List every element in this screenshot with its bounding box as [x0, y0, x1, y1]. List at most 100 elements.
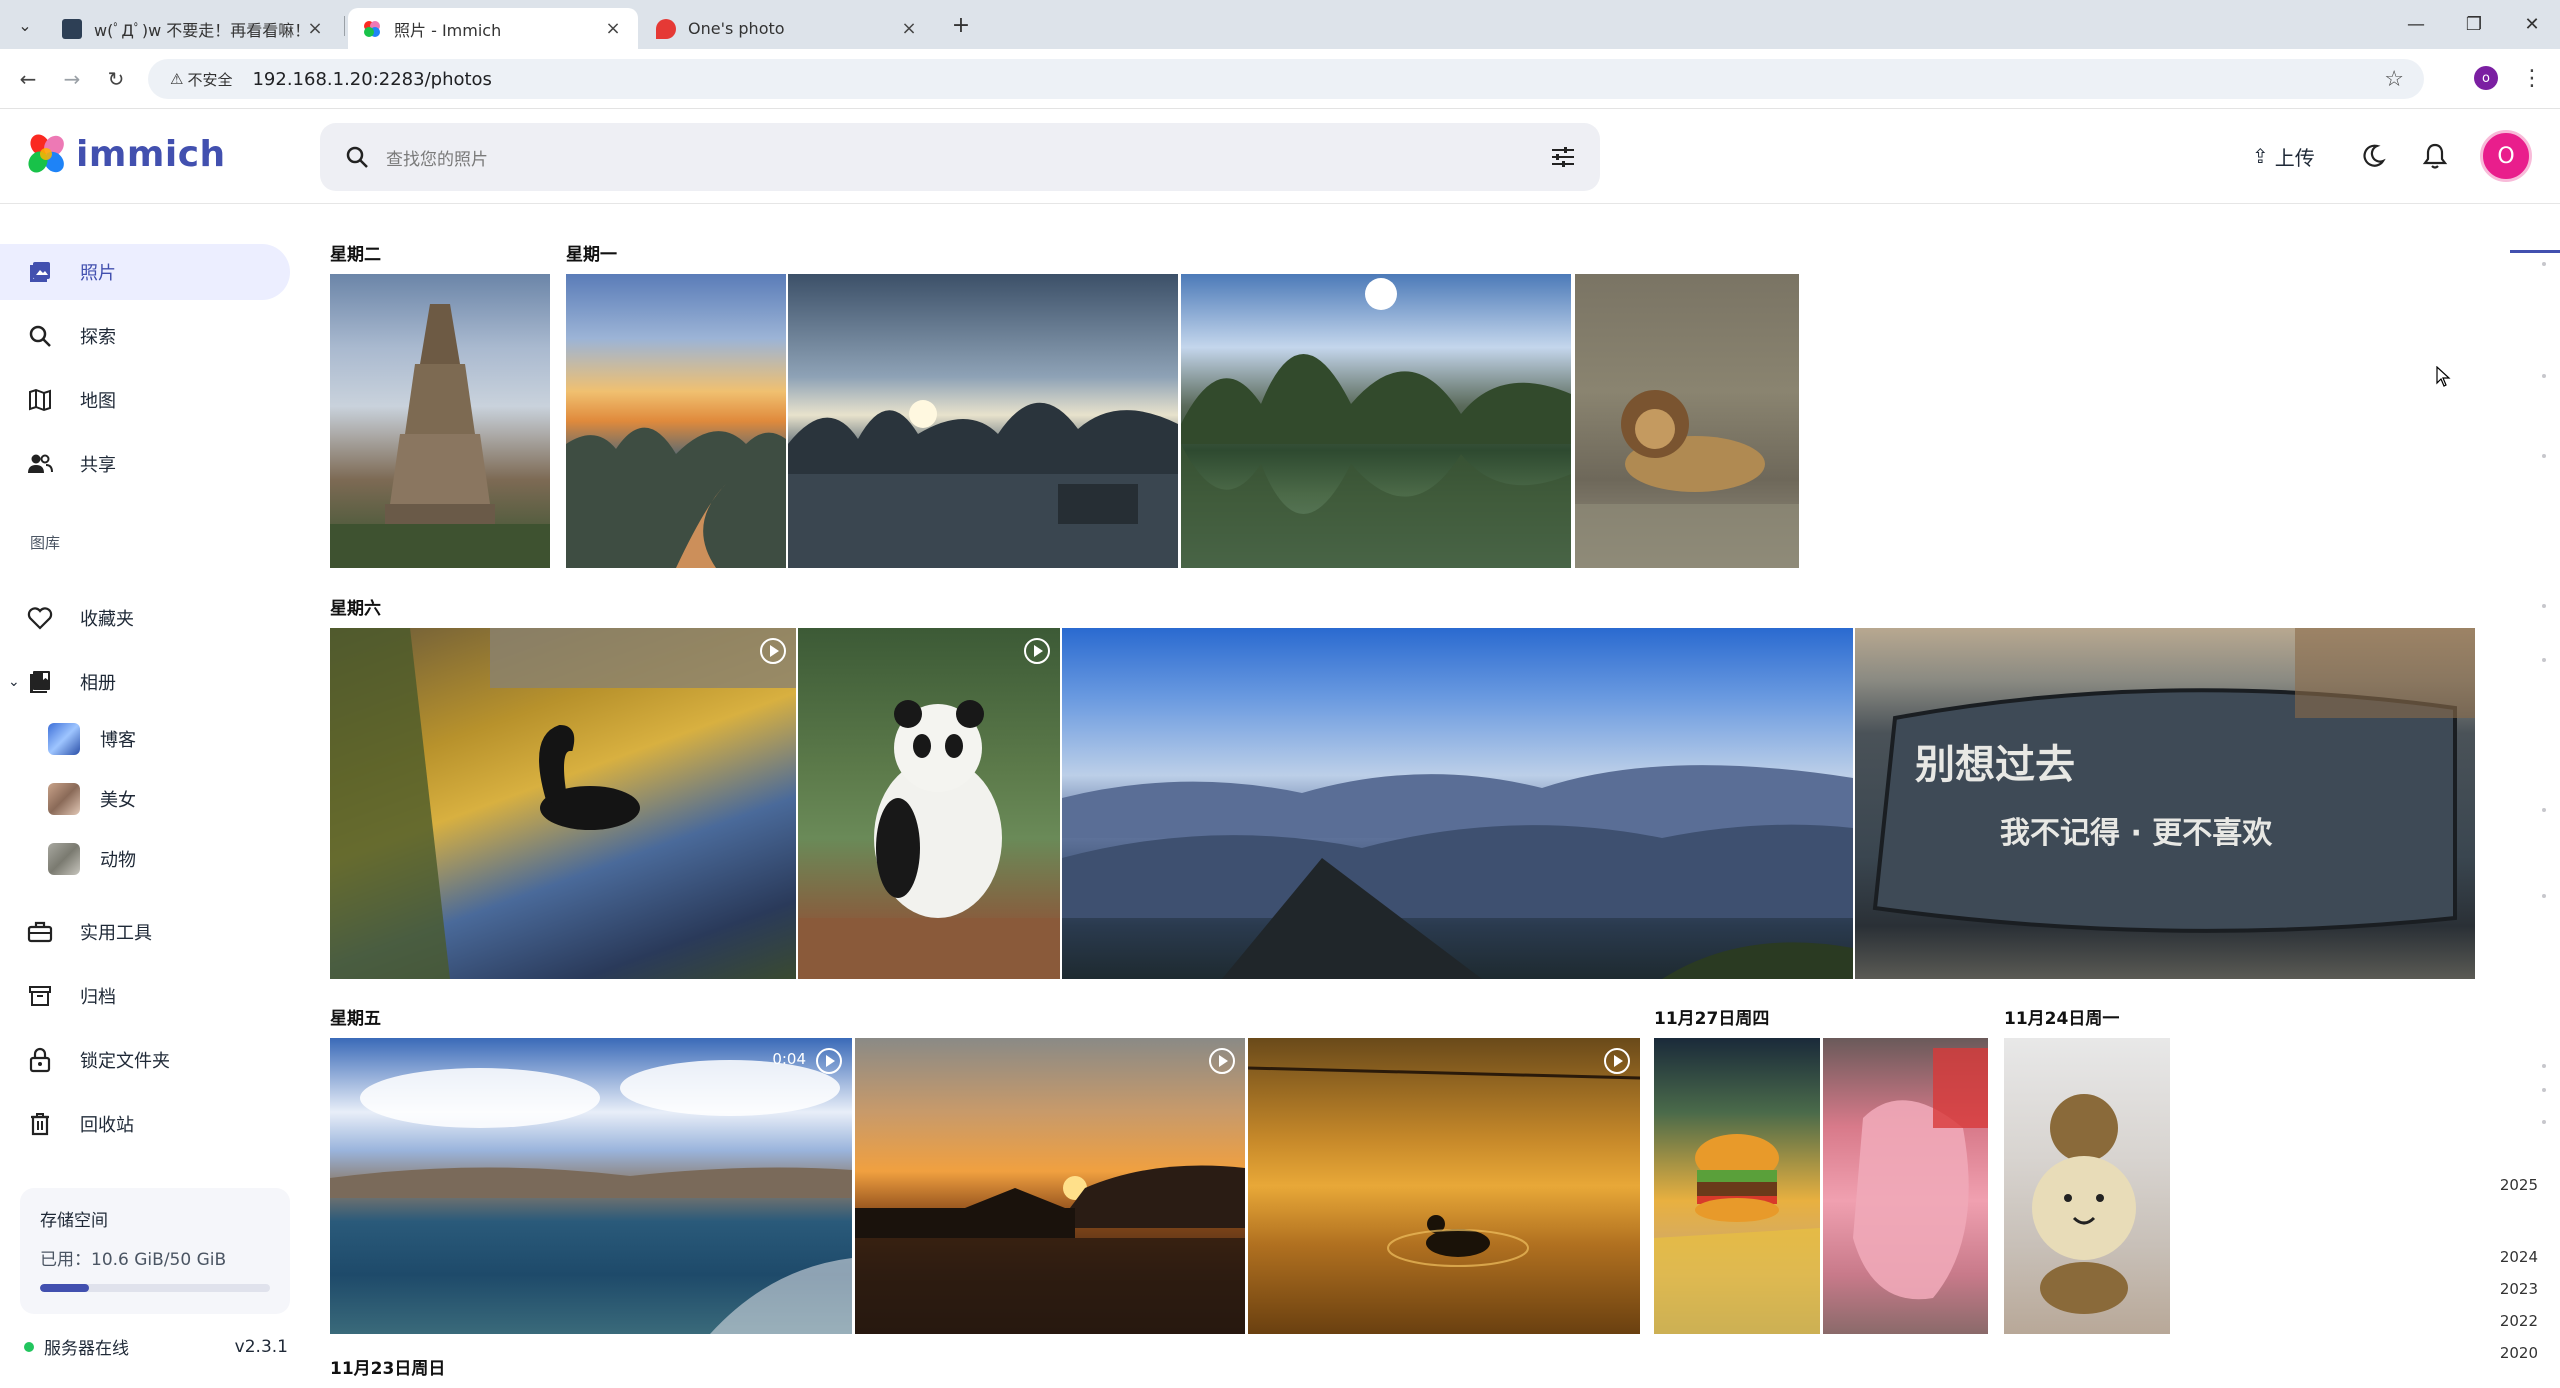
date-group-label: 星期六 [330, 599, 381, 619]
date-group-label: 星期二 [330, 245, 381, 265]
notification-bell-icon[interactable] [2416, 137, 2454, 175]
tab-title: w(ﾟДﾟ)w 不要走！再看看嘛！ [94, 20, 304, 40]
karst-lake-photo [1181, 278, 1571, 568]
photo-thumbnail[interactable] [1823, 1038, 1988, 1334]
scrubber-year[interactable]: 2020 [2500, 1344, 2538, 1362]
upload-label: 上传 [2274, 145, 2315, 170]
back-icon[interactable]: ← [12, 63, 44, 95]
photo-thumbnail[interactable] [330, 274, 550, 568]
browser-menu-icon[interactable]: ⋮ [2520, 64, 2544, 92]
date-group-label: 11月27日周四 [1654, 1009, 1770, 1029]
scrubber-dot [2542, 604, 2546, 608]
browser-tabstrip: ⌄ w(ﾟДﾟ)w 不要走！再看看嘛！ × 照片 - Immich × One'… [0, 0, 2560, 49]
window-close-icon[interactable]: ✕ [2512, 10, 2552, 38]
immich-favicon [362, 19, 382, 39]
search-icon[interactable] [340, 140, 374, 174]
search-options-icon[interactable] [1546, 140, 1580, 174]
date-group-label: 星期一 [566, 245, 617, 265]
photo-thumbnail[interactable] [1575, 274, 1799, 568]
bookmark-star-icon[interactable]: ☆ [2384, 67, 2404, 92]
video-play-icon [1209, 1048, 1235, 1074]
photo-thumbnail[interactable] [1181, 274, 1571, 568]
photo-thumbnail[interactable] [1062, 628, 1853, 979]
upload-button[interactable]: ⇪ 上传 [2242, 136, 2325, 176]
photo-thumbnail[interactable]: 别想过去 我不记得 · 更不喜欢 [1855, 628, 2475, 979]
panda-photo [798, 700, 1060, 979]
video-thumbnail[interactable] [798, 628, 1060, 979]
mouse-cursor-icon [2436, 365, 2452, 392]
scrubber-dot [2542, 374, 2546, 378]
theme-toggle-moon-icon[interactable] [2354, 137, 2392, 175]
river-sunset-photo [566, 427, 786, 568]
date-group-label: 11月23日周日 [330, 1359, 446, 1379]
minimize-icon[interactable]: — [2396, 10, 2436, 38]
scrubber-dot [2542, 1120, 2546, 1124]
tab-search-icon[interactable]: ⌄ [10, 12, 40, 38]
lion-photo [1575, 390, 1799, 568]
screen: ⌄ w(ﾟДﾟ)w 不要走！再看看嘛！ × 照片 - Immich × One'… [0, 0, 2560, 1388]
address-bar[interactable]: ⚠ 不安全 192.168.1.20:2283/photos ☆ [148, 59, 2424, 99]
scrubber-dot [2542, 454, 2546, 458]
video-play-icon [1024, 638, 1050, 664]
video-thumbnail[interactable] [855, 1038, 1245, 1334]
url-text: 192.168.1.20:2283/photos [252, 68, 492, 90]
browser-tab-active[interactable]: 照片 - Immich × [348, 8, 638, 49]
upload-icon: ⇪ [2252, 144, 2269, 168]
reload-icon[interactable]: ↻ [100, 63, 132, 95]
browser-profile-avatar[interactable]: o [2474, 66, 2498, 90]
immich-logo[interactable]: immich [24, 132, 226, 176]
browser-tab[interactable]: w(ﾟДﾟ)w 不要走！再看看嘛！ × [48, 8, 340, 49]
scrubber-dot [2542, 1064, 2546, 1068]
tab-title: 照片 - Immich [394, 20, 502, 40]
lake-waves-photo [330, 1060, 852, 1334]
scrubber-year[interactable]: 2025 [2500, 1176, 2538, 1194]
forward-icon[interactable]: → [56, 63, 88, 95]
app-header: immich 查找您的照片 ⇪ 上传 O [0, 110, 2560, 204]
scrubber-dot [2542, 894, 2546, 898]
lake-pavilion-sunset-photo [855, 1165, 1245, 1334]
browser-tab[interactable]: One's photo × [642, 8, 934, 49]
video-thumbnail[interactable] [1248, 1038, 1640, 1334]
scrubber-year[interactable]: 2022 [2500, 1312, 2538, 1330]
svg-text:我不记得 · 更不喜欢: 我不记得 · 更不喜欢 [2000, 816, 2273, 851]
video-duration: 0:04 [772, 1050, 806, 1068]
tab-separator [344, 16, 345, 36]
timeline-scrubber[interactable]: 2025 2024 2023 2022 2020 [2460, 204, 2560, 1388]
karst-sunrise-photo [788, 400, 1178, 568]
video-play-icon [1604, 1048, 1630, 1074]
security-label: 不安全 [187, 70, 233, 89]
duck-golden-water-photo [1248, 1066, 1640, 1267]
photo-thumbnail[interactable] [566, 274, 786, 568]
scrubber-dot [2542, 658, 2546, 662]
video-thumbnail[interactable]: 0:04 [330, 1038, 852, 1334]
svg-text:别想过去: 别想过去 [1915, 742, 2075, 788]
scrubber-year[interactable]: 2023 [2500, 1280, 2538, 1298]
photo-thumbnail[interactable] [1654, 1038, 1820, 1334]
close-icon[interactable]: × [898, 18, 920, 40]
video-play-icon [760, 638, 786, 664]
scrubber-dot [2542, 1088, 2546, 1092]
photo-thumbnail[interactable] [788, 274, 1178, 568]
close-icon[interactable]: × [304, 18, 326, 40]
tab-favicon [62, 18, 82, 39]
mountain-range-photo [1062, 765, 1853, 979]
car-rear-window-photo: 别想过去 我不记得 · 更不喜欢 [1872, 628, 2475, 933]
user-avatar[interactable]: O [2480, 130, 2532, 182]
restore-icon[interactable]: ❐ [2454, 10, 2494, 38]
scrubber-dot [2542, 262, 2546, 266]
security-chip[interactable]: ⚠ 不安全 [160, 67, 242, 92]
new-tab-button[interactable]: + [946, 12, 976, 38]
pink-bag-photo [1853, 1048, 1988, 1300]
browser-toolbar: ← → ↻ ⚠ 不安全 192.168.1.20:2283/photos ☆ [0, 49, 2560, 109]
search-placeholder: 查找您的照片 [386, 149, 488, 170]
scrubber-position-indicator [2510, 250, 2560, 253]
video-thumbnail[interactable] [330, 628, 796, 979]
date-group-label: 11月24日周一 [2004, 1009, 2120, 1029]
close-icon[interactable]: × [602, 18, 624, 40]
burger-photo [1654, 1134, 1820, 1334]
search-bar[interactable]: 查找您的照片 [320, 123, 1600, 191]
scrubber-year[interactable]: 2024 [2500, 1248, 2538, 1266]
black-swan-photo [330, 628, 796, 979]
logo-text: immich [76, 133, 226, 175]
photo-thumbnail[interactable] [2004, 1038, 2170, 1334]
